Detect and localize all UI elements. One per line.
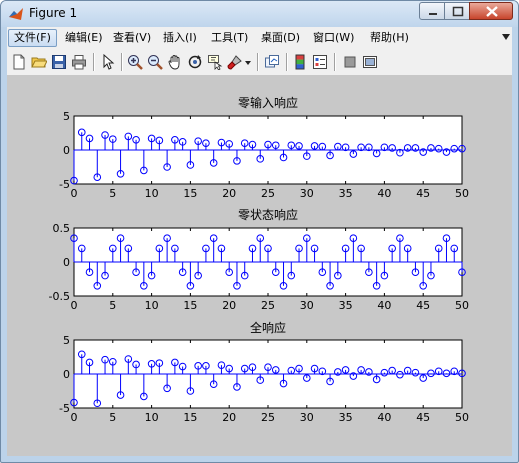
toolbar-separator bbox=[257, 53, 259, 71]
x-tick-label: 50 bbox=[455, 411, 469, 424]
x-tick-label: 15 bbox=[183, 187, 197, 200]
y-tick-label: 0 bbox=[63, 144, 70, 157]
x-tick-label: 45 bbox=[416, 187, 430, 200]
x-tick-label: 45 bbox=[416, 299, 430, 312]
axes-zero-input[interactable]: 零输入响应 0 5 10 15 20 25 30 35 40 45 50-505 bbox=[59, 95, 469, 200]
x-tick-label: 25 bbox=[261, 187, 275, 200]
y-tick-label: -0.5 bbox=[49, 290, 70, 303]
close-button[interactable] bbox=[469, 2, 513, 20]
plot-title: 全响应 bbox=[250, 320, 286, 335]
maximize-button[interactable] bbox=[444, 2, 470, 20]
menu-insert[interactable]: 插入(I) bbox=[158, 29, 202, 47]
x-tick-label: 40 bbox=[377, 187, 391, 200]
x-tick-label: 50 bbox=[455, 187, 469, 200]
x-tick-label: 45 bbox=[416, 411, 430, 424]
x-tick-label: 10 bbox=[145, 187, 159, 200]
menu-file[interactable]: 文件(F) bbox=[8, 29, 57, 47]
matlab-icon bbox=[9, 8, 23, 20]
link-plot-icon[interactable] bbox=[264, 54, 280, 70]
y-tick-label: 0 bbox=[63, 256, 70, 269]
close-icon bbox=[486, 6, 498, 17]
y-tick-label: 5 bbox=[63, 334, 70, 347]
colorbar-icon[interactable] bbox=[292, 54, 308, 70]
title-bar[interactable]: Figure 1 bbox=[1, 1, 518, 27]
x-tick-label: 40 bbox=[377, 299, 391, 312]
x-tick-label: 5 bbox=[109, 411, 116, 424]
window-title: Figure 1 bbox=[29, 6, 78, 20]
toolbar-separator bbox=[121, 53, 123, 71]
x-tick-label: 0 bbox=[71, 411, 78, 424]
dock-arrow-icon[interactable] bbox=[500, 31, 512, 43]
brush-dropdown-icon[interactable] bbox=[244, 54, 252, 70]
toolbar-separator bbox=[93, 53, 95, 71]
x-tick-label: 15 bbox=[183, 411, 197, 424]
minimize-icon bbox=[429, 13, 437, 15]
toolbar-separator bbox=[286, 53, 288, 71]
plot-title: 零状态响应 bbox=[238, 207, 298, 222]
x-tick-label: 35 bbox=[339, 187, 353, 200]
x-tick-label: 10 bbox=[145, 411, 159, 424]
x-tick-label: 20 bbox=[222, 187, 236, 200]
x-tick-label: 25 bbox=[261, 299, 275, 312]
axes-full-response[interactable]: 全响应 0 5 10 15 20 25 30 35 40 45 50-505 bbox=[59, 320, 469, 424]
x-tick-label: 30 bbox=[300, 411, 314, 424]
open-file-icon[interactable] bbox=[31, 54, 47, 70]
minimize-button[interactable] bbox=[419, 2, 445, 20]
y-tick-label: -5 bbox=[59, 178, 70, 191]
y-tick-label: 0.5 bbox=[53, 222, 71, 235]
brush-icon[interactable] bbox=[227, 54, 243, 70]
x-tick-label: 20 bbox=[222, 411, 236, 424]
figure-canvas: 零输入响应 0 5 10 15 20 25 30 35 40 45 50 -5 0 5 零状态响应 051… bbox=[7, 76, 512, 456]
x-tick-label: 35 bbox=[339, 411, 353, 424]
plot-title: 零输入响应 bbox=[238, 95, 298, 110]
save-icon[interactable] bbox=[51, 54, 67, 70]
x-tick-label: 25 bbox=[261, 411, 275, 424]
x-tick-label: 20 bbox=[222, 299, 236, 312]
pointer-icon[interactable] bbox=[100, 54, 116, 70]
y-tick-label: 0 bbox=[63, 368, 70, 381]
x-tick-label: 35 bbox=[339, 299, 353, 312]
x-tick-label: 0 bbox=[71, 299, 78, 312]
figure-toolbar bbox=[7, 49, 512, 76]
x-tick-label: 5 bbox=[109, 187, 116, 200]
menu-view[interactable]: 查看(V) bbox=[108, 29, 156, 47]
show-plot-tools-icon[interactable] bbox=[362, 54, 378, 70]
menu-desktop[interactable]: 桌面(D) bbox=[256, 29, 305, 47]
toolbar-separator bbox=[334, 53, 336, 71]
zoom-in-icon[interactable] bbox=[127, 54, 143, 70]
axes-zero-state[interactable]: 零状态响应 0 5 10 15 20 25 30 35 40 45 50-0.500.5 bbox=[49, 207, 469, 312]
menu-window[interactable]: 窗口(W) bbox=[308, 29, 359, 47]
y-tick-label: -5 bbox=[59, 402, 70, 415]
x-tick-label: 10 bbox=[145, 299, 159, 312]
figure-window: Figure 1 文件(F) 编辑(E) 查看(V) 插入(I) 工具(T) 桌… bbox=[0, 0, 519, 463]
rotate-icon[interactable] bbox=[187, 54, 203, 70]
menu-edit[interactable]: 编辑(E) bbox=[60, 29, 108, 47]
menu-help[interactable]: 帮助(H) bbox=[365, 29, 414, 47]
zoom-out-icon[interactable] bbox=[147, 54, 163, 70]
x-tick-label: 30 bbox=[300, 299, 314, 312]
maximize-icon bbox=[452, 6, 464, 17]
menu-bar: 文件(F) 编辑(E) 查看(V) 插入(I) 工具(T) 桌面(D) 窗口(W… bbox=[7, 27, 512, 49]
x-tick-label: 15 bbox=[183, 299, 197, 312]
y-tick-label: 5 bbox=[63, 110, 70, 123]
hide-plot-tools-icon[interactable] bbox=[342, 54, 358, 70]
x-tick-label: 40 bbox=[377, 411, 391, 424]
stem-plots: 零输入响应 0 5 10 15 20 25 30 35 40 45 50-505 零状态响应 051… bbox=[49, 95, 469, 424]
print-icon[interactable] bbox=[71, 54, 87, 70]
data-cursor-icon[interactable] bbox=[207, 54, 223, 70]
x-tick-label: 50 bbox=[455, 299, 469, 312]
legend-icon[interactable] bbox=[312, 54, 328, 70]
x-tick-label: 0 bbox=[71, 187, 78, 200]
new-figure-icon[interactable] bbox=[11, 54, 27, 70]
x-tick-label: 30 bbox=[300, 187, 314, 200]
menu-tools[interactable]: 工具(T) bbox=[206, 29, 253, 47]
x-tick-label: 5 bbox=[109, 299, 116, 312]
pan-icon[interactable] bbox=[167, 54, 183, 70]
